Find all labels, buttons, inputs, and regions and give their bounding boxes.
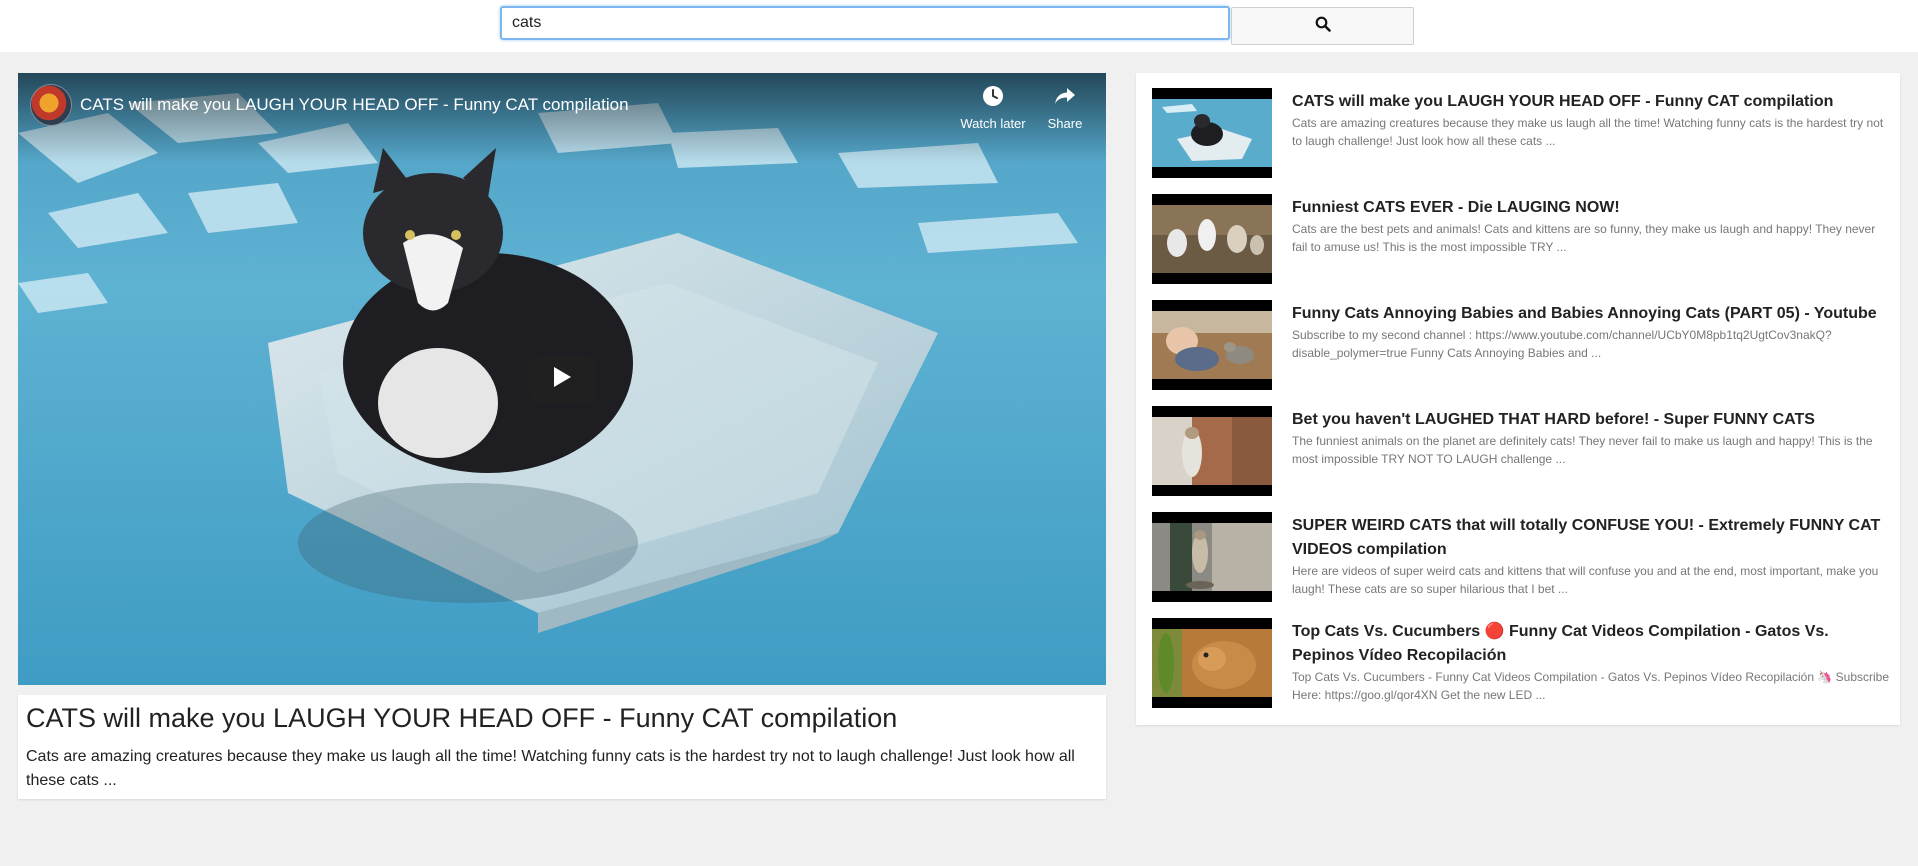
list-item-title[interactable]: Funniest CATS EVER - Die LAUGING NOW! [1292, 196, 1892, 220]
list-item[interactable]: SUPER WEIRD CATS that will totally CONFU… [1152, 497, 1892, 602]
play-button[interactable] [528, 355, 596, 403]
player-title[interactable]: CATS will make you LAUGH YOUR HEAD OFF -… [80, 95, 629, 115]
list-item-title[interactable]: SUPER WEIRD CATS that will totally CONFU… [1292, 514, 1892, 562]
search-button[interactable] [1231, 7, 1414, 45]
list-item-description: The funniest animals on the planet are d… [1292, 434, 1873, 466]
channel-avatar[interactable] [30, 84, 72, 126]
list-item-description: Here are videos of super weird cats and … [1292, 564, 1879, 596]
watch-later-button[interactable]: Watch later [953, 85, 1033, 131]
share-button[interactable]: Share [1040, 85, 1090, 131]
search-bar [0, 0, 1918, 52]
video-thumbnail[interactable] [1152, 300, 1272, 390]
list-item-description: Cats are the best pets and animals! Cats… [1292, 222, 1876, 254]
clock-icon [982, 86, 1004, 111]
list-item-title[interactable]: Top Cats Vs. Cucumbers 🔴 Funny Cat Video… [1292, 620, 1892, 668]
video-thumbnail[interactable] [1152, 406, 1272, 496]
share-icon [1053, 88, 1077, 111]
watch-later-label: Watch later [960, 116, 1026, 131]
list-item[interactable]: Top Cats Vs. Cucumbers 🔴 Funny Cat Video… [1152, 603, 1892, 708]
player-overlay [18, 73, 1106, 163]
share-label: Share [1047, 116, 1083, 131]
list-item-title[interactable]: Funny Cats Annoying Babies and Babies An… [1292, 302, 1892, 326]
list-item[interactable]: CATS will make you LAUGH YOUR HEAD OFF -… [1152, 73, 1892, 178]
list-item-description: Subscribe to my second channel : https:/… [1292, 328, 1832, 360]
video-list: CATS will make you LAUGH YOUR HEAD OFF -… [1136, 73, 1900, 725]
video-details: CATS will make you LAUGH YOUR HEAD OFF -… [18, 695, 1106, 799]
video-thumbnail[interactable] [1152, 194, 1272, 284]
search-input[interactable] [500, 6, 1230, 40]
search-icon [1315, 16, 1331, 37]
video-thumbnail[interactable] [1152, 512, 1272, 602]
list-item[interactable]: Funny Cats Annoying Babies and Babies An… [1152, 285, 1892, 390]
list-item-description: Cats are amazing creatures because they … [1292, 116, 1884, 148]
list-item-description: Top Cats Vs. Cucumbers - Funny Cat Video… [1292, 670, 1889, 702]
list-item[interactable]: Funniest CATS EVER - Die LAUGING NOW! Ca… [1152, 179, 1892, 284]
video-title: CATS will make you LAUGH YOUR HEAD OFF -… [26, 703, 898, 733]
video-description: Cats are amazing creatures because they … [26, 748, 1075, 789]
list-item[interactable]: Bet you haven't LAUGHED THAT HARD before… [1152, 391, 1892, 496]
play-icon [552, 366, 572, 393]
video-thumbnail[interactable] [1152, 618, 1272, 708]
list-item-title[interactable]: CATS will make you LAUGH YOUR HEAD OFF -… [1292, 90, 1892, 114]
video-player[interactable]: CATS will make you LAUGH YOUR HEAD OFF -… [18, 73, 1106, 685]
list-item-title[interactable]: Bet you haven't LAUGHED THAT HARD before… [1292, 408, 1892, 432]
video-thumbnail[interactable] [1152, 88, 1272, 178]
